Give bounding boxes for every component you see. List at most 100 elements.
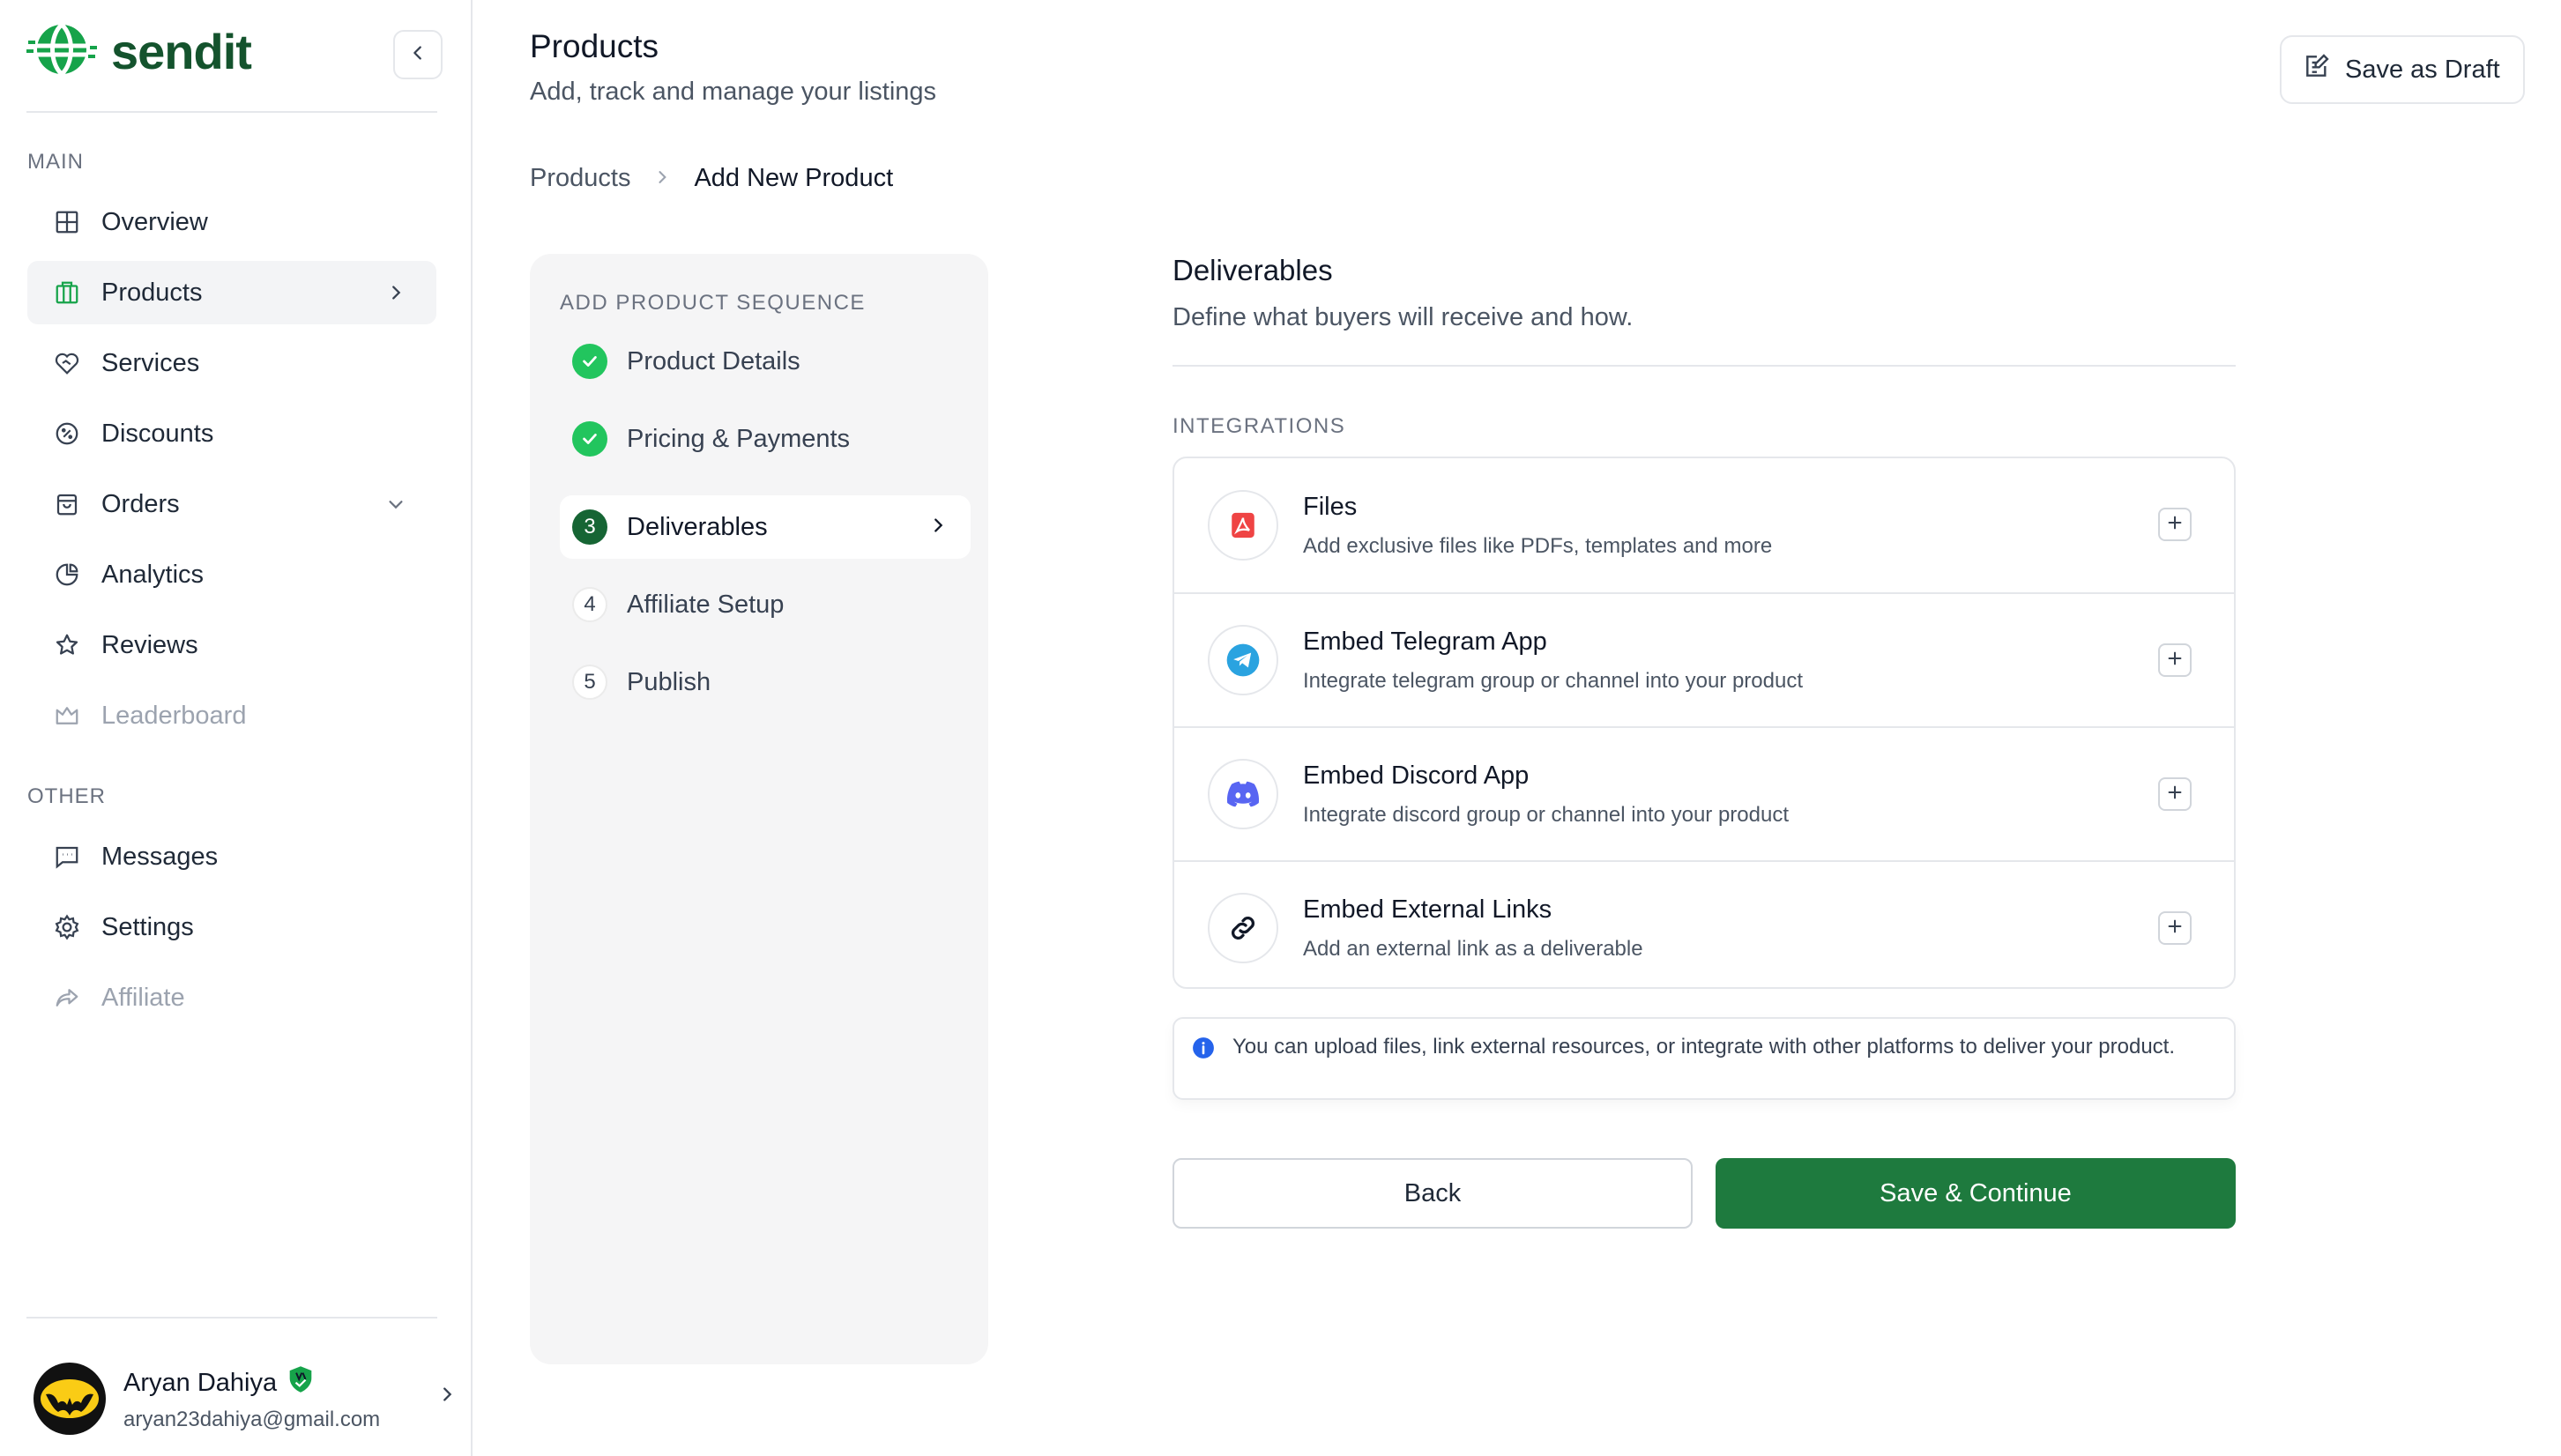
- integration-files[interactable]: Files Add exclusive files like PDFs, tem…: [1174, 458, 2234, 592]
- sidebar-item-services[interactable]: Services: [27, 331, 436, 395]
- sidebar-item-label: Messages: [101, 842, 219, 871]
- user-email: aryan23dahiya@gmail.com: [123, 1408, 381, 1431]
- integration-title: Files: [1303, 492, 1358, 521]
- chevron-right-icon: [437, 1385, 457, 1408]
- share-arrow-icon: [52, 983, 82, 1013]
- sidebar-item-messages[interactable]: Messages: [27, 825, 436, 888]
- integration-description: Integrate telegram group or channel into…: [1303, 668, 1804, 693]
- draft-edit-icon: [2303, 52, 2331, 87]
- integrations-list: Files Add exclusive files like PDFs, tem…: [1173, 457, 2236, 989]
- brand-name: sendit: [111, 23, 252, 79]
- collapse-sidebar-button[interactable]: [393, 30, 443, 79]
- integration-title: Embed External Links: [1303, 895, 1552, 924]
- chevron-down-icon[interactable]: [382, 490, 410, 518]
- sidebar-item-analytics[interactable]: Analytics: [27, 543, 436, 606]
- sidebar-item-products[interactable]: Products: [27, 261, 436, 324]
- discord-icon: [1208, 759, 1278, 829]
- section-label-main: MAIN: [27, 150, 84, 174]
- integration-title: Embed Telegram App: [1303, 627, 1547, 656]
- verified-shield-icon: [287, 1365, 314, 1400]
- save-as-draft-label: Save as Draft: [2345, 55, 2500, 84]
- breadcrumb-current: Add New Product: [694, 164, 894, 192]
- sidebar-item-label: Discounts: [101, 419, 214, 448]
- integration-telegram[interactable]: Embed Telegram App Integrate telegram gr…: [1174, 592, 2234, 726]
- integration-title: Embed Discord App: [1303, 761, 1530, 790]
- chevron-right-icon: [928, 513, 948, 542]
- integrations-label: INTEGRATIONS: [1173, 414, 1346, 438]
- step-pricing-payments[interactable]: Pricing & Payments: [560, 407, 971, 471]
- message-icon: [52, 842, 82, 872]
- gear-icon: [52, 912, 82, 942]
- step-number: 4: [572, 587, 607, 622]
- back-button[interactable]: Back: [1173, 1158, 1693, 1229]
- sidebar-item-label: Settings: [101, 912, 194, 941]
- step-label: Publish: [627, 667, 711, 696]
- plus-icon: [2165, 917, 2185, 940]
- check-circle-icon: [572, 344, 607, 379]
- step-label: Product Details: [627, 346, 800, 375]
- chevron-right-icon: [382, 279, 410, 307]
- shopping-bag-icon: [52, 489, 82, 519]
- sidebar-item-discounts[interactable]: Discounts: [27, 402, 436, 465]
- breadcrumb-products[interactable]: Products: [530, 164, 630, 193]
- section-subtitle: Define what buyers will receive and how.: [1173, 303, 1634, 331]
- sidebar-item-settings[interactable]: Settings: [27, 895, 436, 959]
- box-icon: [52, 278, 82, 308]
- globe-logo-icon: [26, 21, 97, 82]
- breadcrumb: Products Add New Product: [530, 164, 893, 193]
- sidebar-item-reviews[interactable]: Reviews: [27, 613, 436, 677]
- section-title: Deliverables: [1173, 254, 1333, 286]
- sidebar: sendit MAIN Overview Products Services D…: [0, 0, 473, 1456]
- pdf-file-icon: [1208, 490, 1278, 561]
- plus-icon: [2165, 649, 2185, 672]
- plus-icon: [2165, 783, 2185, 806]
- integration-external-links[interactable]: Embed External Links Add an external lin…: [1174, 860, 2234, 987]
- link-icon: [1208, 893, 1278, 963]
- step-product-details[interactable]: Product Details: [560, 330, 971, 393]
- sidebar-item-label: Affiliate: [101, 983, 185, 1012]
- save-as-draft-button[interactable]: Save as Draft: [2280, 35, 2525, 104]
- add-files-button[interactable]: [2158, 508, 2192, 541]
- sidebar-item-overview[interactable]: Overview: [27, 190, 436, 254]
- step-publish[interactable]: 5 Publish: [560, 650, 971, 714]
- integration-description: Add exclusive files like PDFs, templates…: [1303, 533, 1773, 558]
- integration-description: Add an external link as a deliverable: [1303, 936, 1643, 961]
- add-telegram-button[interactable]: [2158, 643, 2192, 677]
- sidebar-divider: [26, 1317, 437, 1319]
- page-title: Products: [530, 28, 659, 64]
- step-affiliate-setup[interactable]: 4 Affiliate Setup: [560, 573, 971, 636]
- sidebar-item-label: Products: [101, 278, 203, 307]
- sidebar-item-orders[interactable]: Orders: [27, 472, 436, 536]
- step-number: 3: [572, 509, 607, 545]
- sidebar-item-leaderboard[interactable]: Leaderboard: [27, 684, 436, 747]
- sidebar-item-label: Services: [101, 348, 200, 377]
- sequence-label: ADD PRODUCT SEQUENCE: [560, 291, 866, 315]
- brand-logo[interactable]: sendit: [26, 21, 252, 82]
- avatar: [34, 1363, 106, 1435]
- plus-icon: [2165, 513, 2185, 537]
- sidebar-item-label: Reviews: [101, 630, 198, 659]
- step-label: Deliverables: [627, 512, 768, 541]
- section-divider: [1173, 365, 2236, 367]
- sidebar-item-label: Overview: [101, 207, 208, 236]
- integration-discord[interactable]: Embed Discord App Integrate discord grou…: [1174, 726, 2234, 860]
- step-label: Affiliate Setup: [627, 590, 785, 619]
- info-text: You can upload files, link external reso…: [1232, 1035, 2176, 1059]
- section-label-other: OTHER: [27, 784, 106, 808]
- integration-description: Integrate discord group or channel into …: [1303, 802, 1790, 827]
- add-discord-button[interactable]: [2158, 777, 2192, 811]
- add-external-link-button[interactable]: [2158, 911, 2192, 945]
- user-profile[interactable]: Aryan Dahiya aryan23dahiya@gmail.com: [34, 1361, 457, 1437]
- check-circle-icon: [572, 421, 607, 457]
- save-continue-button[interactable]: Save & Continue: [1716, 1158, 2236, 1229]
- pie-chart-icon: [52, 560, 82, 590]
- sidebar-item-label: Orders: [101, 489, 180, 518]
- chevron-right-icon: [653, 164, 671, 193]
- grid-icon: [52, 207, 82, 237]
- telegram-icon: [1208, 625, 1278, 695]
- sidebar-item-affiliate[interactable]: Affiliate: [27, 966, 436, 1029]
- sidebar-item-label: Analytics: [101, 560, 205, 589]
- info-icon: [1192, 1036, 1215, 1064]
- product-sequence-panel: ADD PRODUCT SEQUENCE Product Details Pri…: [530, 254, 988, 1364]
- step-deliverables[interactable]: 3 Deliverables: [560, 495, 971, 559]
